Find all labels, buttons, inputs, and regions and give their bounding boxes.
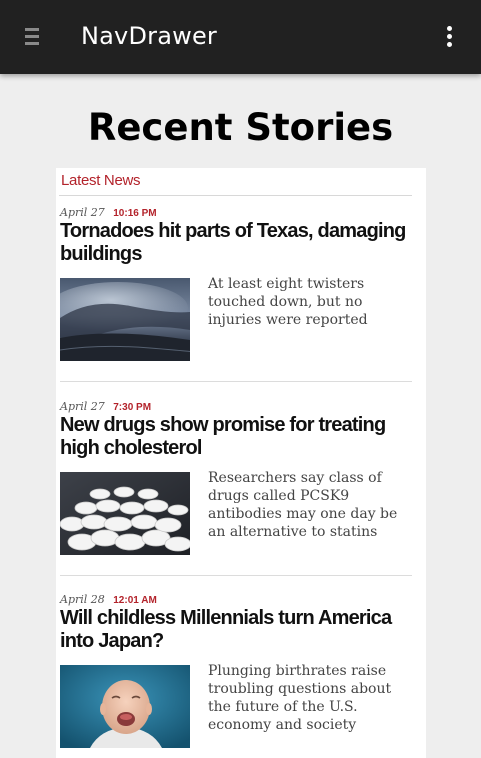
story-summary: Plunging birthrates raise troubling ques… (208, 663, 392, 733)
white-pills-photo[interactable] (60, 472, 190, 555)
story-time: 7:30 PM (113, 402, 152, 413)
story-headline-link[interactable]: Will childless Millennials turn America … (60, 607, 422, 653)
story-divider (60, 575, 412, 576)
news-feed[interactable]: Latest News April 27 10:16 PM Tornadoes … (56, 168, 426, 758)
story-time: 12:01 AM (113, 595, 157, 606)
story-meta: April 27 10:16 PM (60, 203, 157, 221)
story-date: April 27 (60, 400, 105, 413)
story-date: April 28 (60, 593, 105, 606)
story-summary: At least eight twisters touched down, bu… (208, 276, 368, 328)
story-time: 10:16 PM (113, 208, 157, 219)
story-meta: April 28 12:01 AM (60, 590, 157, 608)
page-title: Recent Stories (87, 106, 394, 149)
story-card[interactable]: April 27 10:16 PM Tornadoes hit parts of… (56, 203, 426, 393)
story-headline-link[interactable]: Tornadoes hit parts of Texas, damaging b… (60, 220, 422, 266)
story-card[interactable]: April 27 7:30 PM New drugs show promise … (56, 397, 426, 587)
tornado-storm-cloud-photo[interactable] (60, 278, 190, 361)
story-meta: April 27 7:30 PM (60, 397, 151, 415)
story-headline-link[interactable]: New drugs show promise for treating high… (60, 414, 422, 460)
crying-baby-photo[interactable] (60, 665, 190, 748)
story-date: April 27 (60, 206, 105, 219)
story-card[interactable]: April 28 12:01 AM Will childless Millenn… (56, 590, 426, 758)
section-divider (59, 195, 412, 196)
story-divider (60, 381, 412, 382)
app-title: NavDrawer (81, 22, 217, 50)
hamburger-menu-icon[interactable] (25, 28, 41, 48)
more-vert-icon[interactable] (438, 24, 462, 50)
section-label: Latest News (61, 172, 141, 189)
story-summary: Researchers say class of drugs called PC… (208, 470, 398, 540)
app-toolbar: NavDrawer (0, 0, 481, 74)
